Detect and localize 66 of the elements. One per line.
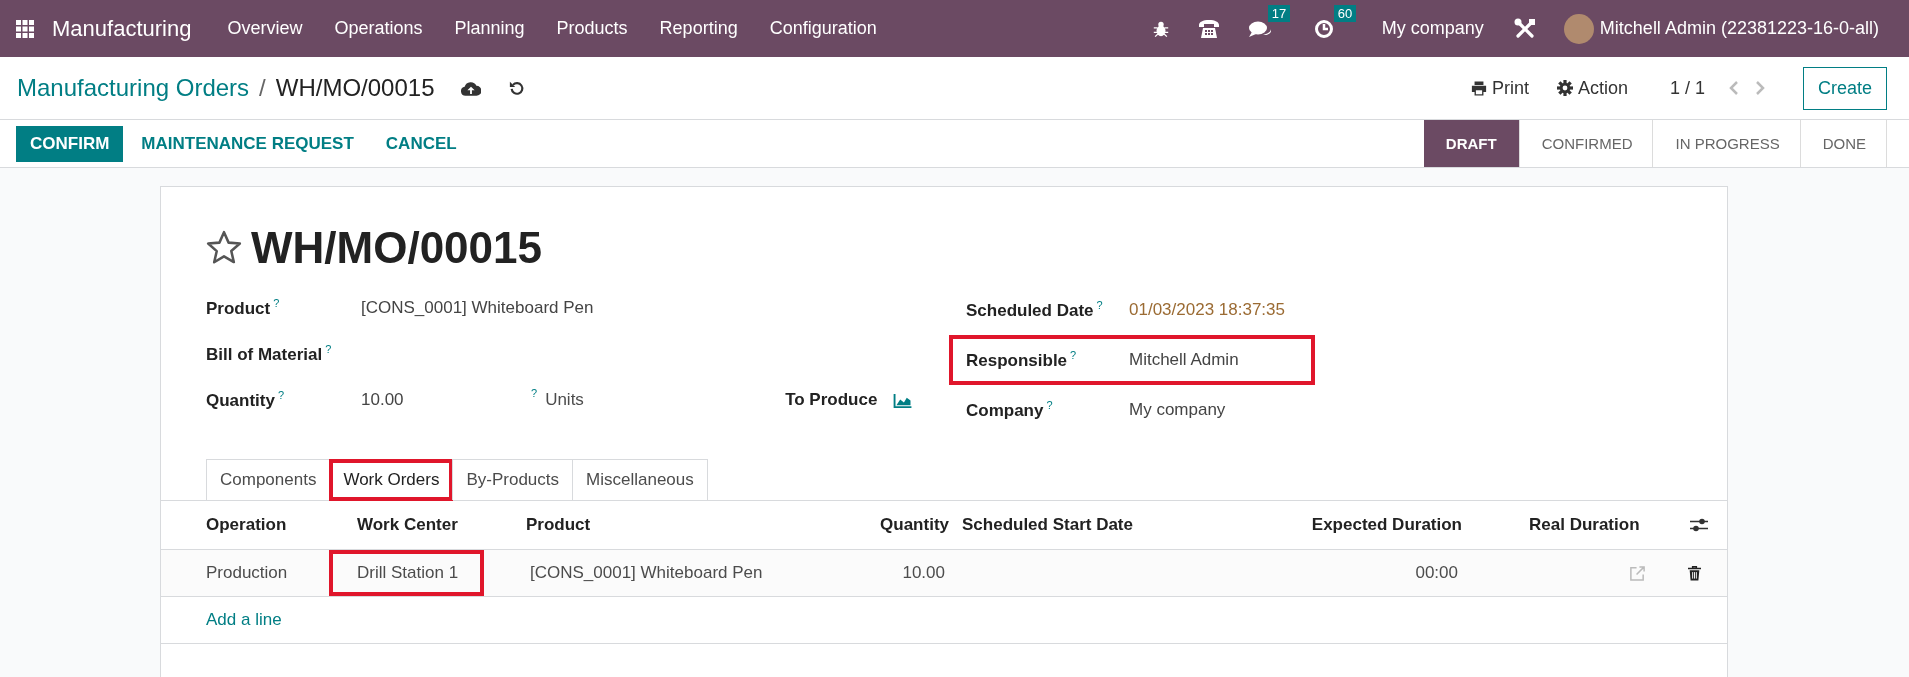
breadcrumb-separator: / bbox=[259, 74, 266, 102]
phone-icon[interactable] bbox=[1197, 18, 1220, 39]
menu-item[interactable]: Reporting bbox=[643, 18, 754, 39]
gear-icon bbox=[1556, 80, 1573, 96]
pager-value: 1 / 1 bbox=[1669, 77, 1705, 99]
field-label: To Produce bbox=[785, 390, 879, 410]
area-chart-icon[interactable] bbox=[893, 392, 914, 408]
notebook-tab[interactable]: By-Products bbox=[452, 459, 574, 500]
message-count-badge: 17 bbox=[1267, 4, 1291, 22]
clock-icon[interactable] bbox=[1313, 18, 1334, 39]
table-cell-text: [CONS_0001] Whiteboard Pen bbox=[529, 562, 764, 584]
field-label: Responsible $^{?}$ bbox=[966, 349, 1078, 371]
tools-icon[interactable] bbox=[1513, 17, 1536, 40]
status-action-button[interactable]: CONFIRM bbox=[16, 125, 124, 162]
field-value[interactable]: My company bbox=[1129, 400, 1226, 420]
column-header[interactable]: Operation bbox=[206, 515, 357, 535]
column-header[interactable]: Product bbox=[526, 515, 786, 535]
field-value[interactable]: 10.00 bbox=[361, 390, 531, 410]
column-header[interactable]: Work Center bbox=[357, 515, 526, 535]
stage-step[interactable]: CONFIRMED bbox=[1519, 120, 1654, 167]
breadcrumb-link[interactable]: Manufacturing Orders bbox=[17, 74, 250, 102]
stage-step[interactable]: DRAFT bbox=[1423, 120, 1520, 167]
print-button[interactable]: Print bbox=[1470, 77, 1529, 99]
record-title: WH/MO/00015 bbox=[251, 223, 542, 273]
stage-step[interactable]: IN PROGRESS bbox=[1653, 120, 1801, 167]
column-header[interactable]: Real Duration bbox=[1465, 515, 1690, 535]
table-cell-text: 00:00 bbox=[1414, 562, 1459, 584]
notebook-tab[interactable]: Components bbox=[206, 459, 331, 500]
help-mark: ? bbox=[531, 387, 538, 399]
table-cell-text: Production bbox=[205, 562, 289, 584]
activity-count-badge: 60 bbox=[1333, 4, 1357, 22]
field-value[interactable]: [CONS_0001] Whiteboard Pen bbox=[361, 298, 604, 318]
column-header[interactable]: Expected Duration bbox=[1260, 515, 1465, 535]
table-cell: Drill Station 1 bbox=[329, 550, 484, 596]
undo-icon[interactable] bbox=[508, 80, 525, 96]
cloud-upload-icon[interactable] bbox=[460, 80, 481, 96]
table-cell-text: 10.00 bbox=[901, 562, 946, 584]
menu-item[interactable]: Operations bbox=[318, 18, 439, 39]
apps-grid-icon[interactable] bbox=[16, 19, 34, 38]
column-header[interactable]: Scheduled Start Date bbox=[952, 515, 1260, 535]
notebook-tab[interactable]: Work Orders bbox=[329, 459, 454, 501]
add-line-link[interactable]: Add a line bbox=[206, 610, 282, 630]
menu-item[interactable]: Products bbox=[540, 18, 644, 39]
field-label: Quantity $^{?}$ bbox=[206, 389, 286, 411]
notebook-tab[interactable]: Miscellaneous bbox=[572, 459, 708, 500]
field-value[interactable]: 01/03/2023 18:37:35 bbox=[1129, 300, 1285, 320]
app-name[interactable]: Manufacturing bbox=[52, 15, 192, 42]
field-label: Company $^{?}$ bbox=[966, 399, 1054, 421]
sliders-icon[interactable] bbox=[1690, 517, 1708, 533]
field-label: Bill of Material $^{?}$ bbox=[206, 343, 333, 365]
user-menu[interactable]: Mitchell Admin (22381223-16-0-all) bbox=[1593, 18, 1895, 39]
column-header[interactable]: Quantity bbox=[786, 515, 952, 535]
printer-icon bbox=[1470, 80, 1487, 96]
company-switcher[interactable]: My company bbox=[1365, 18, 1500, 39]
field-label: Product $^{?}$ bbox=[206, 297, 281, 319]
stage-step[interactable]: DONE bbox=[1800, 120, 1887, 167]
menu-item[interactable]: Planning bbox=[438, 18, 541, 39]
action-menu-button[interactable]: Action bbox=[1556, 77, 1628, 99]
menu-item[interactable]: Overview bbox=[211, 18, 319, 39]
menu-item[interactable]: Configuration bbox=[753, 18, 893, 39]
field-label: Scheduled Date $^{?}$ bbox=[966, 299, 1104, 321]
trash-icon[interactable] bbox=[1688, 565, 1701, 581]
create-button[interactable]: Create bbox=[1802, 66, 1887, 110]
field-value[interactable]: Mitchell Admin bbox=[1129, 350, 1239, 370]
breadcrumb-current: WH/MO/00015 bbox=[275, 74, 435, 102]
unit-value[interactable]: Units bbox=[545, 390, 786, 410]
